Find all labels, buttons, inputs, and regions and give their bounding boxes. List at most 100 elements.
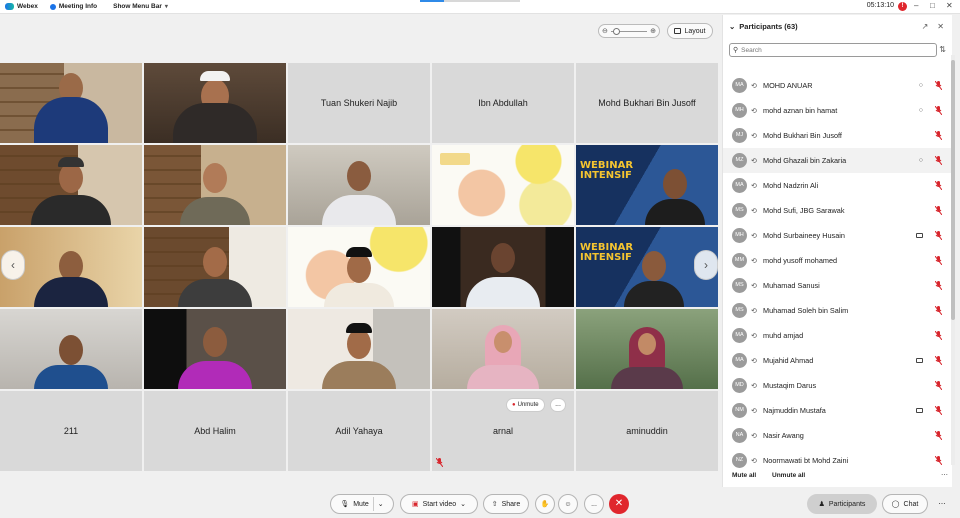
participant-row[interactable]: MZ ⟲ Mohd Ghazali bin Zakaria ○ [723, 148, 951, 173]
video-tile[interactable] [144, 309, 286, 389]
start-video-button[interactable]: ▣ Start video ⌄ [400, 494, 478, 514]
video-tile[interactable] [432, 145, 574, 225]
muted-mic-icon[interactable] [935, 131, 942, 140]
video-tile[interactable] [432, 227, 574, 307]
participant-row[interactable]: MS ⟲ Muhamad Soleh bin Salim [723, 298, 951, 323]
participant-tile-name: Adil Yahaya [335, 426, 383, 436]
mute-all-button[interactable]: Mute all [732, 472, 756, 479]
muted-mic-icon[interactable] [935, 356, 942, 365]
participant-row[interactable]: MA ⟲ Mohd Nadzrin Ali [723, 173, 951, 198]
video-tile[interactable] [288, 145, 430, 225]
muted-mic-icon[interactable] [935, 231, 942, 240]
sort-icon[interactable]: ⇅ [939, 45, 946, 54]
more-options-button[interactable]: ... [584, 494, 604, 514]
video-tile[interactable] [576, 309, 718, 389]
zoom-slider[interactable]: ⊖ ⊕ [598, 24, 660, 38]
close-panel-icon[interactable]: ✕ [937, 22, 944, 31]
muted-mic-icon[interactable] [935, 381, 942, 390]
mute-button[interactable]: 🎙 Mute ⌄ [330, 494, 394, 514]
participant-row[interactable]: NM ⟲ Najmuddin Mustafa [723, 398, 951, 423]
video-tile[interactable]: aminuddin [576, 391, 718, 471]
muted-mic-icon[interactable] [935, 331, 942, 340]
muted-mic-icon[interactable] [935, 81, 942, 90]
muted-mic-icon[interactable] [935, 156, 942, 165]
participant-row[interactable]: MH ⟲ mohd aznan bin hamat ○ [723, 98, 951, 123]
participant-row[interactable]: MJ ⟲ Mohd Bukhari Bin Jusoff [723, 123, 951, 148]
muted-mic-icon[interactable] [935, 256, 942, 265]
video-tile[interactable] [144, 63, 286, 143]
video-tile[interactable] [144, 227, 286, 307]
video-tile[interactable] [0, 145, 142, 225]
chat-bubble-icon[interactable]: ○ [919, 107, 923, 114]
minimize-icon[interactable]: – [914, 1, 918, 10]
chat-bubble-icon[interactable]: ○ [919, 157, 923, 164]
video-tile[interactable] [288, 227, 430, 307]
layout-button[interactable]: Layout [667, 23, 713, 39]
video-tile[interactable]: Tuan Shukeri Najib [288, 63, 430, 143]
muted-mic-icon[interactable] [935, 181, 942, 190]
maximize-icon[interactable]: □ [930, 1, 935, 10]
unmute-button[interactable]: ● Unmute [506, 398, 545, 412]
raise-hand-button[interactable]: ✋ [535, 494, 555, 514]
close-icon[interactable]: ✕ [946, 1, 953, 10]
end-call-button[interactable]: ✕ [609, 494, 629, 514]
chevron-down-icon[interactable]: ⌄ [460, 500, 466, 508]
reactions-button[interactable]: ☺ [558, 494, 578, 514]
participant-row[interactable]: MS ⟲ Mohd Sufi, JBG Sarawak [723, 198, 951, 223]
chat-bubble-icon[interactable]: ○ [919, 82, 923, 89]
video-tile[interactable]: Adil Yahaya [288, 391, 430, 471]
app-menu[interactable]: Webex [5, 3, 38, 10]
recording-alert-icon[interactable]: ! [898, 2, 907, 11]
video-tile[interactable]: Ibn Abdullah [432, 63, 574, 143]
chevron-down-icon[interactable]: ⌄ [729, 22, 735, 31]
video-tile[interactable] [432, 309, 574, 389]
participant-row[interactable]: NA ⟲ Nasir Awang [723, 423, 951, 448]
muted-mic-icon[interactable] [935, 206, 942, 215]
video-tile[interactable]: Abd Halim [144, 391, 286, 471]
muted-mic-icon[interactable] [935, 306, 942, 315]
pop-out-icon[interactable]: ↗ [922, 22, 929, 31]
meeting-info-button[interactable]: Meeting Info [49, 3, 97, 10]
muted-mic-icon[interactable] [935, 456, 942, 465]
video-tile[interactable]: 211 [0, 391, 142, 471]
zoom-in-icon[interactable]: ⊕ [650, 27, 656, 35]
video-tile[interactable] [144, 145, 286, 225]
participant-row[interactable]: MM ⟲ mohd yusoff mohamed [723, 248, 951, 273]
participant-row[interactable]: MA ⟲ Mujahid Ahmad [723, 348, 951, 373]
share-button[interactable]: ⇧ Share [483, 494, 529, 514]
participants-button[interactable]: ♟ Participants [807, 494, 877, 514]
participant-scroll-thumb[interactable] [951, 60, 955, 320]
muted-mic-icon[interactable] [935, 281, 942, 290]
participant-row[interactable]: MS ⟲ Muhamad Sanusi [723, 273, 951, 298]
video-tile[interactable]: Mohd Bukhari Bin Jusoff [576, 63, 718, 143]
participant-search[interactable]: ⚲ [729, 43, 937, 57]
chat-button[interactable]: ◯ Chat [882, 494, 928, 514]
muted-mic-icon[interactable] [935, 106, 942, 115]
participant-row[interactable]: MA ⟲ muhd amjad [723, 323, 951, 348]
video-tile[interactable] [288, 309, 430, 389]
participant-row[interactable]: MH ⟲ Mohd Surbaineey Husain [723, 223, 951, 248]
zoom-out-icon[interactable]: ⊖ [602, 27, 608, 35]
muted-mic-icon[interactable] [935, 431, 942, 440]
participant-row[interactable]: MA ⟲ MOHD ANUAR ○ [723, 73, 951, 98]
participants-header[interactable]: ⌄ Participants (63) [729, 22, 798, 31]
next-page-arrow-icon[interactable]: › [694, 250, 718, 280]
video-tile[interactable]: WEBINAR INTENSIF [576, 145, 718, 225]
previous-page-arrow-icon[interactable]: ‹ [1, 250, 25, 280]
muted-mic-icon[interactable] [935, 406, 942, 415]
tile-more-button[interactable]: ... [550, 398, 566, 412]
zoom-track[interactable] [610, 27, 648, 35]
chevron-down-icon[interactable]: ⌄ [378, 500, 384, 508]
toolbar-more-icon[interactable]: ⋯ [933, 494, 951, 514]
participant-row[interactable]: NZ ⟲ Noormawati bt Mohd Zaini [723, 448, 951, 473]
video-tile[interactable]: arnal ● Unmute ... [432, 391, 574, 471]
zoom-knob[interactable] [612, 27, 620, 35]
participant-row[interactable]: MD ⟲ Mustaqim Darus [723, 373, 951, 398]
video-tile[interactable] [0, 309, 142, 389]
unmute-all-button[interactable]: Unmute all [772, 472, 805, 479]
search-input[interactable] [741, 46, 922, 54]
drag-handle[interactable] [444, 0, 520, 2]
video-tile[interactable] [0, 63, 142, 143]
show-menu-bar-button[interactable]: Show Menu Bar ▾ [113, 3, 168, 10]
panel-more-icon[interactable]: ⋯ [941, 471, 948, 479]
